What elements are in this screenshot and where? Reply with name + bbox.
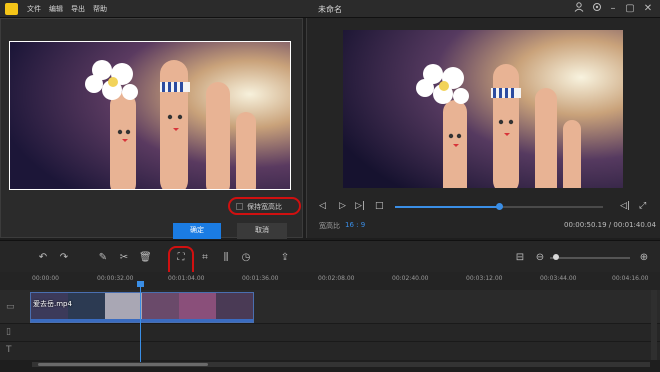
keep-ratio-label: 保持宽高比	[247, 203, 282, 211]
timecode: 00:00:50.19 / 00:01:40.04	[564, 221, 656, 229]
audio-track-icon: ▯	[6, 327, 11, 337]
prev-frame-icon[interactable]: ◁	[319, 201, 326, 211]
video-track[interactable]: ▭ 爱去岳.mp4	[0, 290, 660, 324]
keep-ratio-highlight[interactable]: 保持宽高比	[228, 197, 301, 215]
audio-track[interactable]: ▯	[0, 324, 660, 342]
tick-label: 00:01:04.00	[168, 275, 205, 282]
cancel-button[interactable]: 取消	[237, 223, 287, 239]
duration-icon[interactable]: ◷	[240, 252, 252, 264]
crop-panel: 保持宽高比 确定 取消	[0, 18, 303, 239]
volume-icon[interactable]: ◁|	[620, 201, 630, 211]
delete-icon[interactable]: 🗑	[139, 252, 152, 264]
progress-fill	[395, 206, 499, 208]
play-icon[interactable]: ▷	[339, 201, 346, 211]
aspect-ratio-label: 宽高比	[319, 222, 340, 230]
edit-pen-icon[interactable]: ✎	[97, 252, 109, 264]
fullscreen-icon[interactable]: ⤢	[639, 201, 646, 211]
maximize-icon[interactable]: ▢	[623, 2, 637, 16]
playback-progress[interactable]	[395, 203, 603, 210]
next-frame-icon[interactable]: ▷|	[355, 201, 365, 211]
minimize-icon[interactable]: –	[606, 2, 620, 16]
stop-icon[interactable]: □	[375, 201, 384, 211]
keep-ratio-checkbox[interactable]	[236, 203, 243, 210]
preview-video	[343, 30, 623, 188]
tick-label: 00:02:08.00	[318, 275, 355, 282]
video-clip[interactable]: 爱去岳.mp4	[30, 292, 254, 323]
zoom-in-icon[interactable]: ⊕	[638, 252, 650, 264]
tick-label: 00:00:32.00	[97, 275, 134, 282]
progress-handle[interactable]	[496, 203, 503, 210]
crop-icon[interactable]: ⛶	[175, 252, 187, 264]
zoom-out-icon[interactable]: ⊖	[534, 252, 546, 264]
preview-panel: ◁ ▷ ▷| □ ◁| ⤢ 宽高比 16 : 9 00:00:50.19 / 0…	[306, 18, 660, 238]
crop-frame[interactable]	[9, 41, 291, 190]
tick-label: 00:04:16.00	[612, 275, 649, 282]
undo-icon[interactable]: ↶	[37, 252, 49, 264]
tick-label: 00:00:00	[32, 275, 59, 282]
tick-label: 00:03:12.00	[466, 275, 503, 282]
timeline-scrollbar-thumb[interactable]	[38, 363, 208, 366]
title-bar: 文件 编辑 导出 帮助 未命名 – ▢ ✕	[0, 0, 660, 18]
timeline-ruler[interactable]: 00:00:00 00:00:32.00 00:01:04.00 00:01:3…	[0, 272, 660, 290]
window-title: 未命名	[318, 5, 342, 14]
text-track-icon: T	[6, 345, 12, 355]
aspect-ratio-value[interactable]: 16 : 9	[345, 221, 365, 229]
text-track[interactable]: T	[0, 342, 660, 360]
track-scrollbar[interactable]	[651, 290, 657, 360]
playhead[interactable]	[140, 283, 141, 363]
clip-name: 爱去岳.mp4	[33, 300, 72, 308]
tick-label: 00:03:44.00	[540, 275, 577, 282]
video-track-icon: ▭	[6, 302, 15, 312]
close-icon[interactable]: ✕	[641, 2, 655, 16]
zoom-frame-icon[interactable]: ⌗	[199, 252, 211, 264]
settings-icon[interactable]	[590, 2, 604, 16]
user-icon[interactable]	[572, 2, 586, 16]
scissors-icon[interactable]: ✂	[118, 252, 130, 264]
split-icon[interactable]: ⫼	[220, 252, 232, 264]
export-icon[interactable]: ⇪	[279, 252, 291, 264]
edit-toolbar: ↶ ↷ ✎ ✂ 🗑 ⛶ 裁剪 (Alt+C) ⌗ ⫼ ◷ ⇪ ⊟ ⊖ ⊕	[0, 240, 660, 290]
fit-icon[interactable]: ⊟	[514, 252, 526, 264]
timeline-scrollbar[interactable]	[32, 362, 650, 367]
zoom-slider[interactable]	[550, 254, 630, 260]
tick-label: 00:02:40.00	[392, 275, 429, 282]
redo-icon[interactable]: ↷	[58, 252, 70, 264]
tick-label: 00:01:36.00	[242, 275, 279, 282]
ok-button[interactable]: 确定	[173, 223, 221, 239]
zoom-slider-handle[interactable]	[553, 254, 559, 260]
